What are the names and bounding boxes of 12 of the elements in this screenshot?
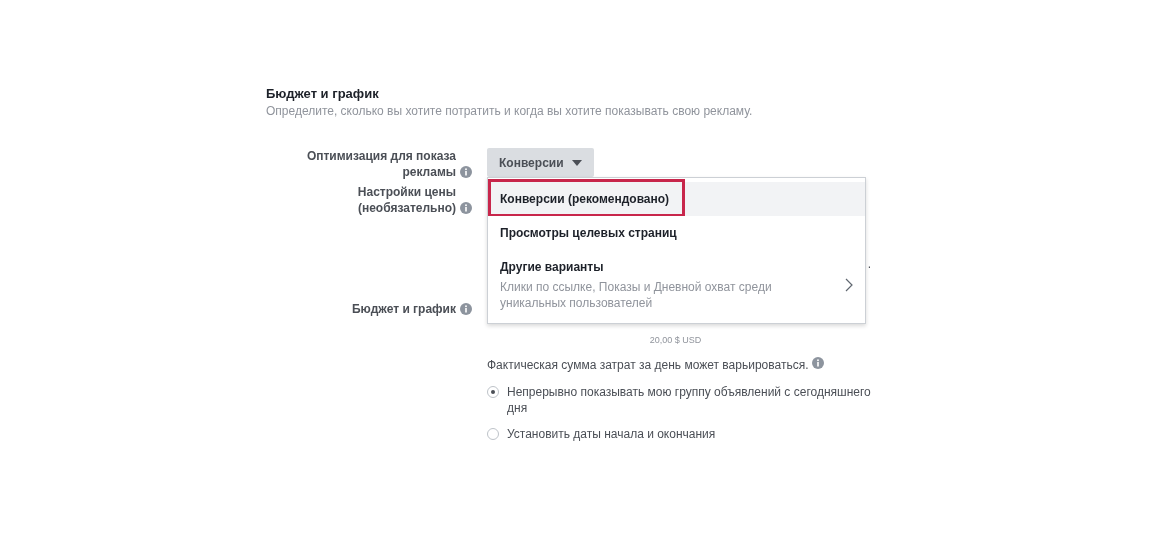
section-subtitle: Определите, сколько вы хотите потратить и когда вы хотите показывать свою рекламу.: [266, 104, 754, 118]
amount-text: 20,00 $ USD: [648, 335, 703, 345]
budget-note: Фактическая сумма затрат за день может варьироваться.: [487, 358, 809, 372]
section-title: Бюджет и график: [266, 86, 380, 101]
menu-item-description: Клики по ссылке, Показы и Дневной охват среди уникальных пользователей: [500, 279, 773, 311]
field-label: Настройки цены (необязательно): [356, 184, 456, 216]
hint-text: .: [867, 257, 871, 271]
field-label: Оптимизация для показа рекламы: [305, 148, 456, 180]
field-label: Бюджет и график: [352, 301, 456, 317]
menu-item-title: Другие варианты: [500, 259, 605, 275]
menu-item-title: Конверсии (рекомендовано): [500, 191, 670, 207]
menu-item-title: Просмотры целевых страниц: [500, 225, 677, 241]
